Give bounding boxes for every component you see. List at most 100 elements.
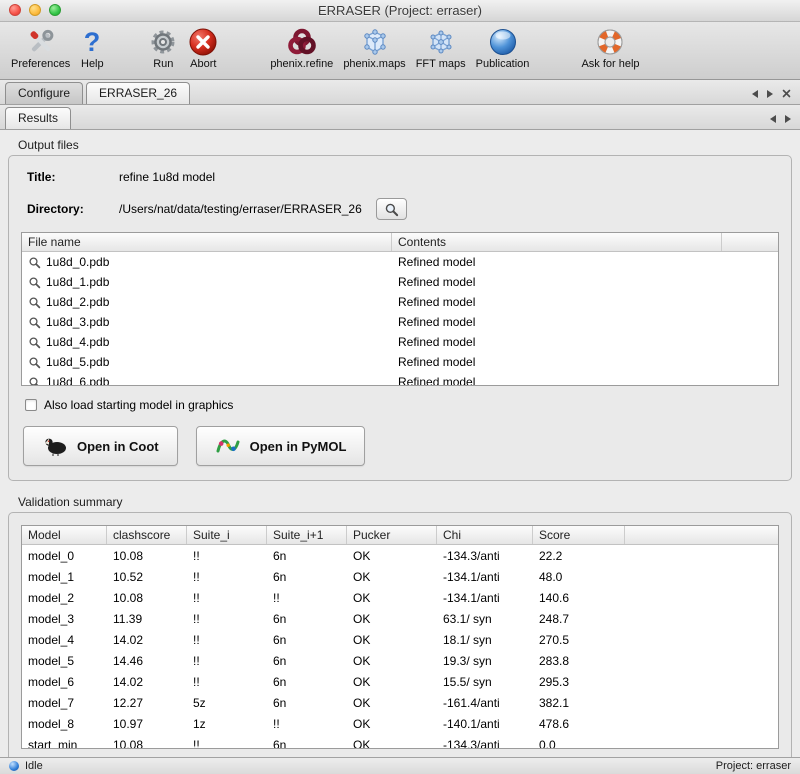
column-header-clashscore[interactable]: clashscore bbox=[107, 526, 187, 544]
toolbar-label: Run bbox=[153, 58, 173, 70]
minimize-window-button[interactable] bbox=[29, 4, 41, 16]
preferences-button[interactable]: Preferences bbox=[6, 24, 75, 71]
column-header-pucker[interactable]: Pucker bbox=[347, 526, 437, 544]
suite-i-cell: !! bbox=[187, 591, 267, 605]
magnifier-icon bbox=[28, 376, 41, 386]
scroll-tabs-left-icon[interactable] bbox=[770, 115, 776, 123]
output-files-table: File name Contents 1u8d_0 bbox=[21, 232, 779, 386]
validation-summary-group-label: Validation summary bbox=[18, 495, 792, 509]
abort-icon bbox=[188, 25, 218, 58]
file-name-cell: 1u8d_0.pdb bbox=[22, 255, 392, 269]
table-row[interactable]: 1u8d_0.pdb Refined model bbox=[22, 252, 778, 272]
pucker-cell: OK bbox=[347, 675, 437, 689]
toolbar: Preferences ? Help Run bbox=[0, 22, 800, 80]
table-row[interactable]: model_7 12.27 5z 6n OK -161.4/anti 382.1 bbox=[22, 692, 778, 713]
suite-i1-cell: 6n bbox=[267, 549, 347, 563]
score-cell: 382.1 bbox=[533, 696, 625, 710]
file-contents-cell: Refined model bbox=[392, 295, 722, 309]
pucker-cell: OK bbox=[347, 612, 437, 626]
validation-table-body: model_0 10.08 !! 6n OK -134.3/anti 22.2 … bbox=[22, 545, 778, 748]
validation-table: Model clashscore Suite_i Suite_i+1 Pucke… bbox=[21, 525, 779, 749]
table-row[interactable]: model_3 11.39 !! 6n OK 63.1/ syn 248.7 bbox=[22, 608, 778, 629]
fft-maps-icon bbox=[427, 25, 455, 58]
file-name: 1u8d_5.pdb bbox=[46, 355, 109, 369]
ask-for-help-button[interactable]: Ask for help bbox=[576, 24, 644, 71]
toolbar-label: Help bbox=[81, 58, 104, 70]
tab-configure[interactable]: Configure bbox=[5, 82, 83, 104]
tab-erraser-26[interactable]: ERRASER_26 bbox=[86, 82, 190, 104]
table-row[interactable]: 1u8d_5.pdb Refined model bbox=[22, 352, 778, 372]
browse-directory-button[interactable] bbox=[376, 198, 407, 220]
column-header-chi[interactable]: Chi bbox=[437, 526, 533, 544]
table-row[interactable]: 1u8d_4.pdb Refined model bbox=[22, 332, 778, 352]
publication-button[interactable]: Publication bbox=[471, 24, 535, 71]
table-row[interactable]: model_5 14.46 !! 6n OK 19.3/ syn 283.8 bbox=[22, 650, 778, 671]
file-name-cell: 1u8d_6.pdb bbox=[22, 375, 392, 385]
model-cell: model_7 bbox=[22, 696, 107, 710]
column-header-score[interactable]: Score bbox=[533, 526, 625, 544]
suite-i-cell: !! bbox=[187, 612, 267, 626]
scroll-tabs-right-icon[interactable] bbox=[785, 115, 791, 123]
clashscore-cell: 10.52 bbox=[107, 570, 187, 584]
file-name: 1u8d_3.pdb bbox=[46, 315, 109, 329]
column-header-suite-i[interactable]: Suite_i bbox=[187, 526, 267, 544]
column-header-file-name[interactable]: File name bbox=[22, 233, 392, 251]
suite-i1-cell: !! bbox=[267, 717, 347, 731]
suite-i1-cell: !! bbox=[267, 591, 347, 605]
phenix-refine-button[interactable]: phenix.refine bbox=[265, 24, 338, 71]
suite-i1-cell: 6n bbox=[267, 570, 347, 584]
directory-value: /Users/nat/data/testing/erraser/ERRASER_… bbox=[119, 202, 362, 216]
open-in-coot-label: Open in Coot bbox=[77, 439, 159, 454]
tab-results[interactable]: Results bbox=[5, 107, 71, 129]
viewer-buttons-row: Open in Coot Open in PyMOL bbox=[23, 426, 779, 466]
column-header-model[interactable]: Model bbox=[22, 526, 107, 544]
table-row[interactable]: 1u8d_3.pdb Refined model bbox=[22, 312, 778, 332]
table-row[interactable]: model_2 10.08 !! !! OK -134.1/anti 140.6 bbox=[22, 587, 778, 608]
run-button[interactable]: Run bbox=[143, 24, 183, 71]
help-button[interactable]: ? Help bbox=[75, 24, 109, 71]
score-cell: 140.6 bbox=[533, 591, 625, 605]
table-row[interactable]: model_8 10.97 1z !! OK -140.1/anti 478.6 bbox=[22, 713, 778, 734]
table-row[interactable]: model_0 10.08 !! 6n OK -134.3/anti 22.2 bbox=[22, 545, 778, 566]
scroll-tabs-right-icon[interactable] bbox=[767, 90, 773, 98]
table-row[interactable]: 1u8d_2.pdb Refined model bbox=[22, 292, 778, 312]
validation-summary-groupbox: Model clashscore Suite_i Suite_i+1 Pucke… bbox=[8, 512, 792, 757]
fft-maps-button[interactable]: FFT maps bbox=[411, 24, 471, 71]
table-row[interactable]: model_6 14.02 !! 6n OK 15.5/ syn 295.3 bbox=[22, 671, 778, 692]
open-in-coot-button[interactable]: Open in Coot bbox=[23, 426, 178, 466]
toolbar-label: Abort bbox=[190, 58, 216, 70]
scroll-tabs-left-icon[interactable] bbox=[752, 90, 758, 98]
open-in-pymol-button[interactable]: Open in PyMOL bbox=[196, 426, 366, 466]
results-tabstrip: Results bbox=[0, 105, 800, 130]
table-row[interactable]: 1u8d_6.pdb Refined model bbox=[22, 372, 778, 385]
zoom-window-button[interactable] bbox=[49, 4, 61, 16]
tabstrip-controls bbox=[752, 89, 795, 104]
model-cell: model_3 bbox=[22, 612, 107, 626]
table-row[interactable]: model_1 10.52 !! 6n OK -134.1/anti 48.0 bbox=[22, 566, 778, 587]
statusbar: Idle Project: erraser bbox=[0, 757, 800, 774]
table-row[interactable]: 1u8d_1.pdb Refined model bbox=[22, 272, 778, 292]
toolbar-label: phenix.refine bbox=[270, 58, 333, 70]
score-cell: 248.7 bbox=[533, 612, 625, 626]
abort-button[interactable]: Abort bbox=[183, 24, 223, 71]
output-files-table-body: 1u8d_0.pdb Refined model bbox=[22, 252, 778, 385]
load-starting-model-checkbox[interactable] bbox=[25, 399, 37, 411]
file-name: 1u8d_4.pdb bbox=[46, 335, 109, 349]
phenix-maps-icon bbox=[360, 25, 390, 58]
score-cell: 283.8 bbox=[533, 654, 625, 668]
load-starting-model-label: Also load starting model in graphics bbox=[44, 398, 233, 412]
phenix-maps-button[interactable]: phenix.maps bbox=[338, 24, 410, 71]
file-contents-cell: Refined model bbox=[392, 375, 722, 385]
results-panel: Output files Title: refine 1u8d model Di… bbox=[0, 130, 800, 757]
column-header-contents[interactable]: Contents bbox=[392, 233, 722, 251]
magnifier-icon bbox=[384, 202, 399, 217]
status-text: Idle bbox=[25, 760, 43, 772]
column-header-suite-i1[interactable]: Suite_i+1 bbox=[267, 526, 347, 544]
model-cell: model_1 bbox=[22, 570, 107, 584]
close-tab-icon[interactable] bbox=[782, 89, 791, 98]
close-window-button[interactable] bbox=[9, 4, 21, 16]
table-row[interactable]: model_4 14.02 !! 6n OK 18.1/ syn 270.5 bbox=[22, 629, 778, 650]
file-name-cell: 1u8d_1.pdb bbox=[22, 275, 392, 289]
directory-row: Directory: /Users/nat/data/testing/erras… bbox=[27, 198, 779, 220]
table-row[interactable]: start_min 10.08 !! 6n OK -134.3/anti 0.0 bbox=[22, 734, 778, 748]
